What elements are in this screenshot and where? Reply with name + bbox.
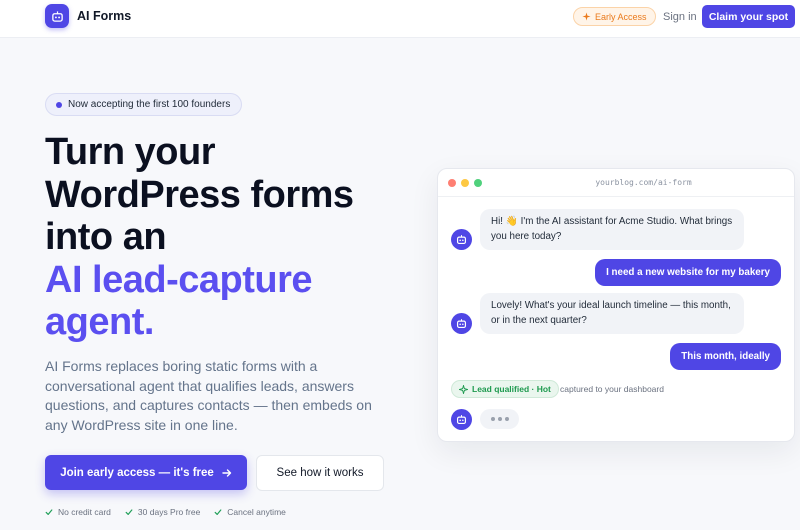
check-icon <box>214 509 222 515</box>
check-label: Cancel anytime <box>227 507 286 517</box>
typing-dot <box>504 417 509 421</box>
typing-dot <box>497 417 502 421</box>
see-how-it-works-button[interactable]: See how it works <box>256 455 384 491</box>
sign-in-link[interactable]: Sign in <box>663 11 697 23</box>
check-icon <box>125 509 133 515</box>
check-label: 30 days Pro free <box>137 507 201 517</box>
pill-label: Now accepting the first 100 founders <box>68 99 231 110</box>
claim-spot-button[interactable]: Claim your spot <box>702 5 795 28</box>
sparkle-icon <box>582 12 591 21</box>
captured-note: captured to your dashboard <box>560 384 664 394</box>
hero-subtext: AI Forms replaces boring static forms wi… <box>45 358 372 433</box>
early-access-label: Early Access <box>595 11 647 22</box>
check-label: No credit card <box>58 507 111 517</box>
check-item: No credit card <box>45 507 111 517</box>
robot-icon <box>451 313 472 334</box>
founders-pill: Now accepting the first 100 founders <box>45 93 243 116</box>
robot-icon <box>451 229 472 250</box>
check-icon <box>45 509 53 515</box>
chat-preview-window: yourblog.com/ai-form Hi! 👋 I'm the AI as… <box>437 168 795 442</box>
status-dot <box>56 101 62 108</box>
typing-indicator <box>480 409 519 429</box>
top-nav: AI Forms Early Access Sign in Claim your… <box>0 0 800 38</box>
sparkle-icon <box>459 384 468 394</box>
hero-headline: Turn your WordPress forms into an AI lea… <box>45 131 425 344</box>
headline-accent-2: agent. <box>45 301 154 343</box>
headline-line-1: Turn your <box>45 131 216 173</box>
headline-accent-1: AI lead-capture <box>45 258 313 301</box>
headline-line-2: WordPress forms <box>45 173 354 216</box>
arrow-right-icon <box>222 468 231 477</box>
assistant-message: Hi! 👋 I'm the AI assistant for Acme Stud… <box>480 209 744 250</box>
benefit-checks: No credit card 30 days Pro free Cancel a… <box>45 507 286 517</box>
join-label: Join early access — it's free <box>60 466 214 479</box>
window-titlebar: yourblog.com/ai-form <box>438 169 794 197</box>
lead-qualified-badge: Lead qualified · Hot <box>451 380 559 398</box>
check-item: Cancel anytime <box>214 507 286 517</box>
robot-icon <box>451 409 472 430</box>
early-access-badge: Early Access <box>573 7 656 26</box>
lead-badge-label: Lead qualified · Hot <box>472 384 551 394</box>
user-message: This month, ideally <box>670 343 781 370</box>
typing-dot <box>490 417 495 421</box>
user-message: I need a new website for my bakery <box>595 259 781 286</box>
assistant-message: Lovely! What's your ideal launch timelin… <box>480 293 744 334</box>
join-early-access-button[interactable]: Join early access — it's free <box>45 455 247 490</box>
brand[interactable]: AI Forms <box>45 4 131 28</box>
window-url: yourblog.com/ai-form <box>595 178 692 187</box>
check-item: 30 days Pro free <box>125 507 200 517</box>
robot-icon <box>45 4 69 28</box>
headline-line-3: into an <box>45 216 167 258</box>
brand-name: AI Forms <box>77 9 132 23</box>
